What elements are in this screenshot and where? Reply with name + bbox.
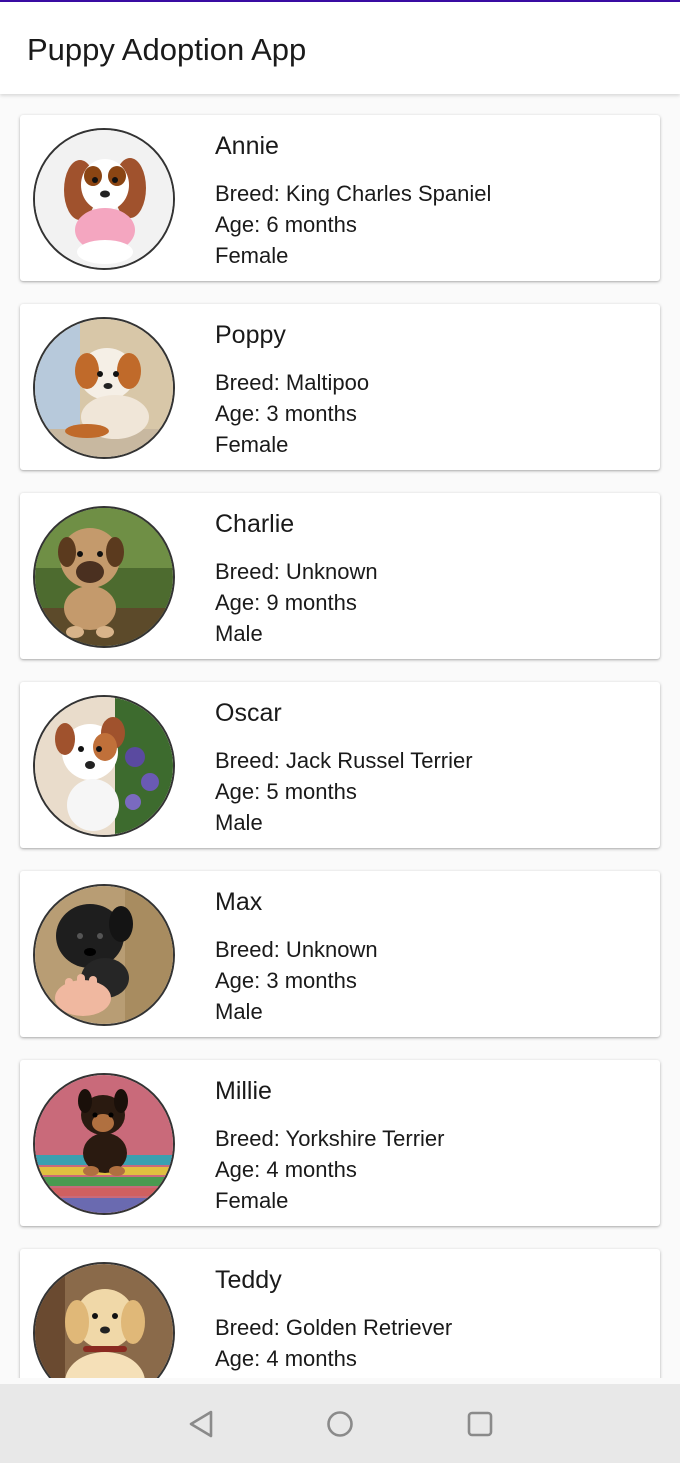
puppy-photo <box>33 1073 175 1215</box>
puppy-age: Age: 4 months <box>215 1346 357 1371</box>
puppy-breed: Breed: King Charles Spaniel <box>215 181 492 206</box>
puppy-sex: Male <box>215 810 263 835</box>
puppy-card-annie[interactable]: Annie Breed: King Charles Spaniel Age: 6… <box>20 115 660 281</box>
puppy-sex: Male <box>215 999 263 1024</box>
puppy-name: Annie <box>215 132 279 160</box>
puppy-photo <box>33 128 175 270</box>
puppy-card-charlie[interactable]: Charlie Breed: Unknown Age: 9 months Mal… <box>20 493 660 659</box>
puppy-breed: Breed: Maltipoo <box>215 370 370 395</box>
puppy-photo <box>33 884 175 1026</box>
home-circle-icon[interactable] <box>324 1408 356 1440</box>
puppy-photo <box>33 317 175 459</box>
puppy-name: Teddy <box>215 1266 282 1294</box>
puppy-card-max[interactable]: Max Breed: Unknown Age: 3 months Male <box>20 871 660 1037</box>
puppy-name: Poppy <box>215 321 286 349</box>
recents-square-icon[interactable] <box>464 1408 496 1440</box>
puppy-card-teddy[interactable]: Teddy Breed: Golden Retriever Age: 4 mon… <box>20 1249 660 1378</box>
puppy-age: Age: 3 months <box>215 968 357 993</box>
puppy-name: Charlie <box>215 510 295 538</box>
puppy-photo <box>33 506 175 648</box>
puppy-breed: Breed: Unknown <box>215 559 378 584</box>
puppy-card-poppy[interactable]: Poppy Breed: Maltipoo Age: 3 months Fema… <box>20 304 660 470</box>
app-bar: Puppy Adoption App <box>0 2 680 94</box>
system-nav-bar <box>0 1384 680 1463</box>
puppy-sex: Female <box>215 432 289 457</box>
puppy-name: Oscar <box>215 699 282 727</box>
puppy-card-millie[interactable]: Millie Breed: Yorkshire Terrier Age: 4 m… <box>20 1060 660 1226</box>
puppy-sex: Male <box>215 621 263 646</box>
back-triangle-icon[interactable] <box>185 1408 217 1440</box>
puppy-age: Age: 6 months <box>215 212 357 237</box>
puppy-age: Age: 9 months <box>215 590 357 615</box>
puppy-age: Age: 4 months <box>215 1157 357 1182</box>
puppy-name: Millie <box>215 1077 272 1105</box>
puppy-sex: Female <box>215 243 289 268</box>
puppy-photo <box>33 1262 175 1378</box>
puppy-name: Max <box>215 888 263 916</box>
puppy-card-oscar[interactable]: Oscar Breed: Jack Russel Terrier Age: 5 … <box>20 682 660 848</box>
puppy-breed: Breed: Jack Russel Terrier <box>215 748 473 773</box>
puppy-age: Age: 3 months <box>215 401 357 426</box>
page-title: Puppy Adoption App <box>27 32 307 67</box>
puppy-breed: Breed: Yorkshire Terrier <box>215 1126 445 1151</box>
puppy-photo <box>33 695 175 837</box>
puppy-breed: Breed: Golden Retriever <box>215 1315 453 1340</box>
puppy-sex: Female <box>215 1188 289 1213</box>
puppy-list[interactable]: Annie Breed: King Charles Spaniel Age: 6… <box>0 96 680 1378</box>
puppy-breed: Breed: Unknown <box>215 937 378 962</box>
puppy-age: Age: 5 months <box>215 779 357 804</box>
